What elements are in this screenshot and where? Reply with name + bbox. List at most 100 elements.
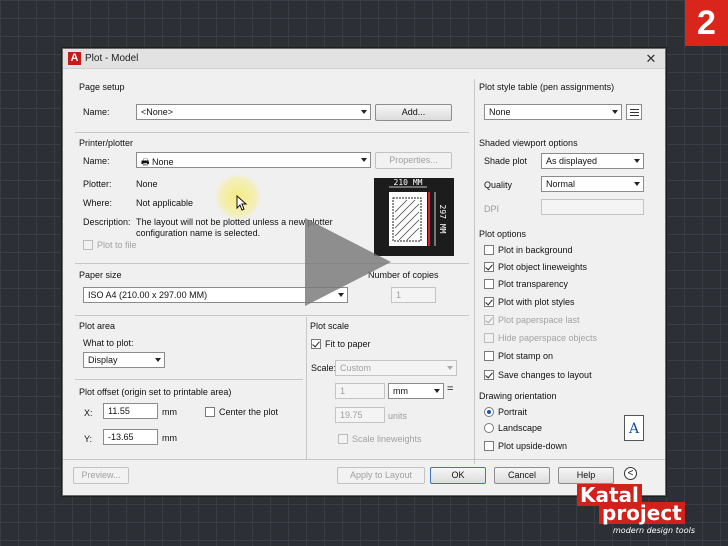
shaded-viewport-heading: Shaded viewport options (479, 138, 578, 148)
offset-y-input[interactable]: -13.65 (103, 429, 158, 445)
offset-y-unit: mm (162, 433, 177, 443)
checkbox-box (484, 315, 494, 325)
checkbox-box (484, 245, 494, 255)
close-icon[interactable]: ✕ (643, 51, 659, 67)
scale-lineweights-checkbox[interactable]: Scale lineweights (338, 434, 422, 444)
where-label: Where: (83, 198, 113, 208)
page-setup-heading: Page setup (79, 82, 125, 92)
scale-unit-select[interactable]: mm (388, 383, 444, 399)
checkbox-box (484, 441, 494, 451)
upside-down-label: Plot upside-down (498, 441, 568, 451)
plot-area-heading: Plot area (79, 321, 116, 331)
divider (75, 379, 303, 380)
plotter-label: Plotter: (83, 179, 112, 189)
fit-to-paper-checkbox[interactable]: Fit to paper (311, 339, 371, 349)
offset-x-value: 11.55 (108, 406, 130, 416)
quality-value: Normal (546, 179, 576, 189)
plotter-value: None (136, 179, 158, 189)
page-setup-name-label: Name: (83, 107, 110, 117)
plot-upside-down-checkbox[interactable]: Plot upside-down (484, 441, 567, 451)
plot-options-heading: Plot options (479, 229, 527, 239)
checkbox-box (484, 370, 494, 380)
offset-y-label: Y: (84, 434, 93, 444)
watermark-tagline: modern design tools (613, 526, 695, 535)
landscape-radio[interactable]: Landscape (484, 423, 542, 433)
scale-units-input[interactable]: 19.75 (335, 407, 385, 423)
apply-to-layout-button[interactable]: Apply to Layout (337, 467, 425, 484)
copies-value: 1 (396, 290, 402, 300)
copies-input[interactable]: 1 (391, 287, 436, 303)
scale-unit-value: mm (393, 386, 408, 396)
play-icon[interactable] (305, 218, 391, 306)
divider (63, 459, 665, 460)
divider (306, 317, 307, 459)
scale-label: Scale: (311, 363, 337, 373)
cancel-button[interactable]: Cancel (494, 467, 550, 484)
plot-transparency-checkbox[interactable]: Plot transparency (484, 279, 568, 289)
option-label: Save changes to layout (498, 370, 592, 380)
preview-button[interactable]: Preview... (73, 467, 129, 484)
offset-y-value: -13.65 (108, 432, 134, 442)
printer-heading: Printer/plotter (79, 138, 134, 148)
option-label: Plot with plot styles (498, 297, 575, 307)
title-bar: A Plot - Model ✕ (63, 49, 665, 69)
hide-paperspace-objects-checkbox[interactable]: Hide paperspace objects (484, 333, 597, 343)
description-line-2: configuration name is selected. (136, 228, 261, 238)
chevron-down-icon (634, 182, 640, 186)
checkbox-box (484, 262, 494, 272)
printer-name-select[interactable]: 🖶 None (136, 152, 371, 168)
chevron-down-icon (447, 366, 453, 370)
landscape-label: Landscape (498, 423, 543, 433)
plot-with-plot-styles-checkbox[interactable]: Plot with plot styles (484, 297, 575, 307)
center-plot-checkbox[interactable]: Center the plot (205, 407, 278, 417)
option-label: Hide paperspace objects (498, 333, 598, 343)
scale-select[interactable]: Custom (335, 360, 457, 376)
more-options-icon[interactable]: < (624, 467, 637, 480)
shade-plot-value: As displayed (546, 156, 598, 166)
shade-plot-select[interactable]: As displayed (541, 153, 644, 169)
portrait-label: Portrait (498, 407, 528, 417)
plot-style-table-select[interactable]: None (484, 104, 622, 120)
where-value: Not applicable (136, 198, 194, 208)
divider (75, 132, 469, 133)
offset-x-label: X: (84, 408, 93, 418)
chevron-down-icon (361, 110, 367, 114)
scale-lineweights-label: Scale lineweights (352, 434, 422, 444)
units-label: units (388, 411, 408, 421)
radio-dot (484, 407, 494, 417)
checkbox-box (484, 333, 494, 343)
paper-size-value: ISO A4 (210.00 x 297.00 MM) (88, 290, 208, 300)
scale-num-value: 1 (340, 386, 346, 396)
plot-to-file-label: Plot to file (97, 240, 137, 250)
page-setup-name-value: <None> (141, 107, 174, 117)
quality-select[interactable]: Normal (541, 176, 644, 192)
dpi-input[interactable] (541, 199, 644, 215)
plot-paperspace-last-checkbox[interactable]: Plot paperspace last (484, 315, 580, 325)
portrait-radio[interactable]: Portrait (484, 407, 527, 417)
dialog-title: Plot - Model (85, 53, 139, 64)
page-setup-name-select[interactable]: <None> (136, 104, 371, 120)
what-to-plot-select[interactable]: Display (83, 352, 165, 368)
radio-dot (484, 423, 494, 433)
checkbox-box (311, 339, 321, 349)
scale-num-input[interactable]: 1 (335, 383, 385, 399)
orientation-preview-icon: A (624, 415, 644, 441)
offset-x-input[interactable]: 11.55 (103, 403, 158, 419)
plot-to-file-checkbox[interactable]: Plot to file (83, 240, 137, 250)
shade-plot-label: Shade plot (484, 156, 528, 166)
plot-stamp-on-checkbox[interactable]: Plot stamp on (484, 351, 553, 361)
add-page-setup-button[interactable]: Add... (375, 104, 452, 121)
plot-offset-heading: Plot offset (origin set to printable are… (79, 387, 232, 397)
plot-object-lineweights-checkbox[interactable]: Plot object lineweights (484, 262, 587, 272)
option-label: Plot stamp on (498, 351, 554, 361)
plot-in-background-checkbox[interactable]: Plot in background (484, 245, 573, 255)
katal-project-watermark: Katal project modern design tools (573, 482, 723, 542)
orientation-heading: Drawing orientation (479, 391, 557, 401)
what-to-plot-label: What to plot: (83, 338, 134, 348)
edit-style-table-icon[interactable] (626, 104, 642, 120)
ok-button[interactable]: OK (430, 467, 486, 484)
plot-style-table-value: None (489, 107, 511, 117)
scale-units-value: 19.75 (340, 410, 363, 420)
printer-properties-button[interactable]: Properties... (375, 152, 452, 169)
save-changes-checkbox[interactable]: Save changes to layout (484, 370, 592, 380)
